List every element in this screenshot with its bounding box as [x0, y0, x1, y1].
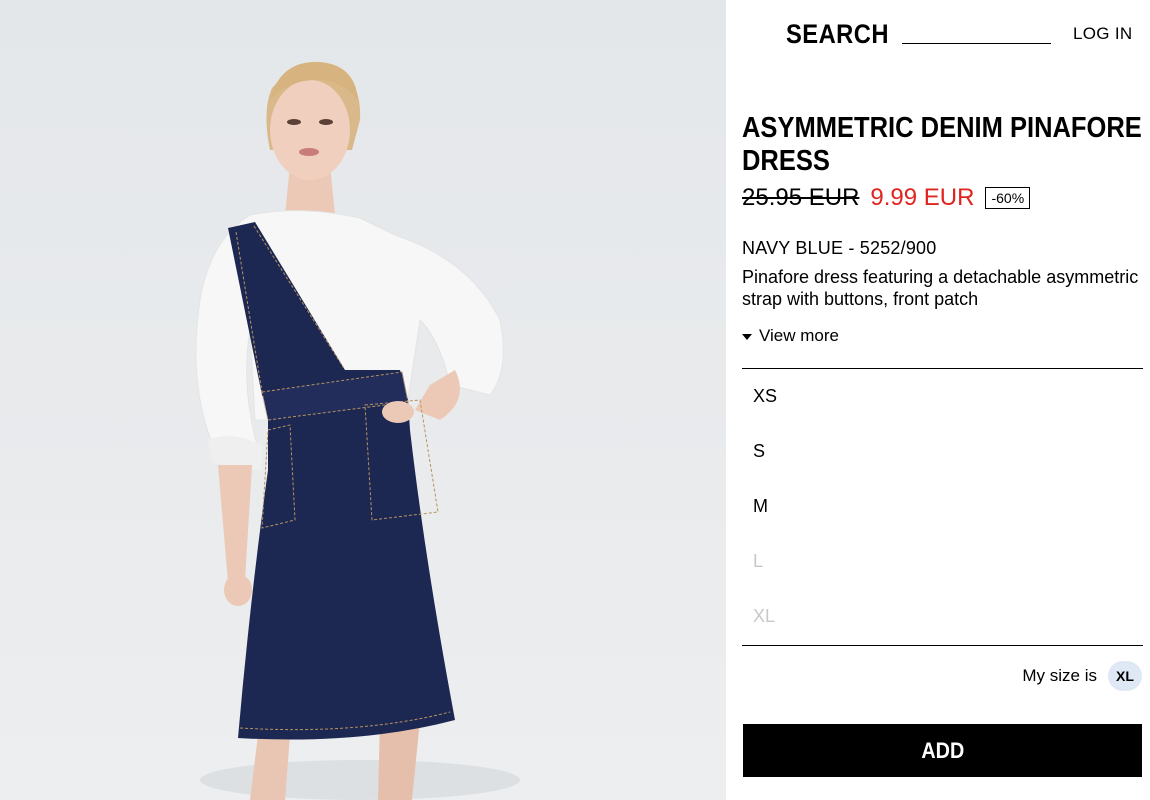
model-illustration: [195, 61, 520, 800]
product-panel: SEARCH LOG IN ASYMMETRIC DENIM PINAFORE …: [726, 0, 1150, 800]
size-option-s[interactable]: S: [742, 424, 1143, 479]
size-option-xl[interactable]: XL: [742, 589, 1143, 644]
product-description: Pinafore dress featuring a detachable as…: [742, 267, 1139, 309]
price-row: 25.95 EUR 9.99 EUR -60%: [742, 183, 1031, 213]
sale-price: 9.99 EUR: [870, 184, 975, 211]
discount-badge: -60%: [985, 187, 1031, 209]
add-button-label: ADD: [921, 737, 964, 763]
original-price: 25.95 EUR: [742, 184, 860, 211]
size-list: XS S M L XL: [742, 369, 1143, 644]
size-option-m[interactable]: M: [742, 479, 1143, 534]
my-size-label: My size is: [1022, 666, 1097, 685]
size-option-l[interactable]: L: [742, 534, 1143, 589]
color-reference: NAVY BLUE - 5252/900: [742, 238, 937, 258]
size-option-xs[interactable]: XS: [742, 369, 1143, 424]
view-more-link[interactable]: View more: [742, 326, 839, 346]
search-button[interactable]: SEARCH: [786, 19, 889, 50]
product-photo[interactable]: [0, 0, 726, 800]
login-link[interactable]: LOG IN: [1073, 24, 1132, 44]
product-title: ASYMMETRIC DENIM PINAFORE DRESS: [742, 112, 1142, 177]
size-list-bottom-divider: [742, 645, 1143, 646]
add-to-cart-button[interactable]: ADD: [743, 724, 1142, 777]
view-more-label: View more: [759, 326, 839, 345]
search-input-underline[interactable]: [902, 43, 1051, 44]
my-size-recommendation[interactable]: My size is XL: [1022, 661, 1142, 691]
my-size-badge[interactable]: XL: [1108, 661, 1142, 691]
caret-down-icon: [742, 333, 752, 340]
